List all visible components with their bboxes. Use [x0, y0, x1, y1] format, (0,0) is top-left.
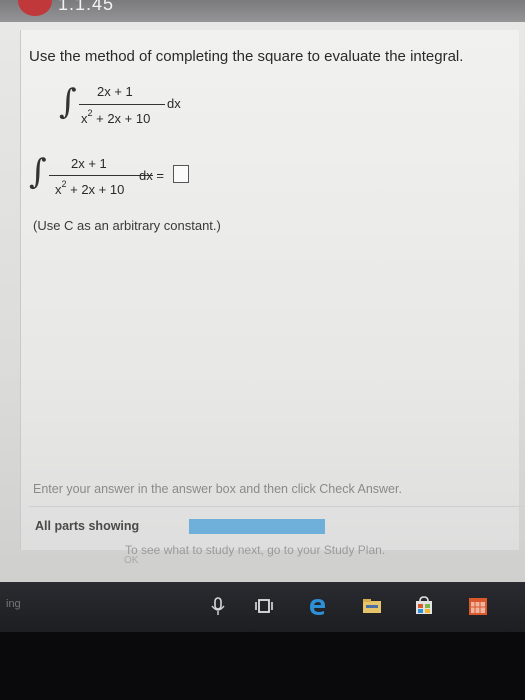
header-title: 1.1.45	[58, 0, 115, 14]
ok-button-partial[interactable]: OK	[124, 555, 138, 566]
problem-instruction: Use the method of completing the square …	[29, 48, 464, 65]
header-badge	[18, 0, 52, 16]
answer-dx-equals: dx =	[139, 168, 164, 183]
answer-hint: Enter your answer in the answer box and …	[33, 482, 402, 496]
windows-taskbar: ing	[0, 582, 525, 632]
integral-sign: ∫	[59, 82, 77, 122]
taskbar-label: ing	[6, 598, 21, 610]
integral-numerator: 2x + 1	[97, 84, 133, 99]
integral-dx: dx	[167, 96, 181, 111]
progress-bar	[189, 519, 325, 534]
answer-denominator: x2 + 2x + 10	[55, 179, 125, 197]
monitor-bezel	[0, 632, 525, 700]
photo-frame: 1.1.45 Use the method of completing the …	[0, 0, 525, 700]
store-icon[interactable]	[412, 594, 436, 618]
calendar-app-icon[interactable]	[466, 594, 490, 618]
progress-fill	[189, 519, 325, 534]
edge-browser-icon[interactable]	[306, 594, 330, 618]
file-explorer-icon[interactable]	[360, 594, 384, 618]
fraction-bar	[79, 104, 165, 105]
all-parts-showing[interactable]: All parts showing	[35, 519, 139, 533]
microphone-icon[interactable]	[206, 594, 230, 618]
constant-note: (Use C as an arbitrary constant.)	[33, 218, 221, 233]
question-panel: Use the method of completing the square …	[20, 30, 525, 557]
fraction-bar	[49, 175, 153, 176]
screen: Use the method of completing the square …	[0, 22, 525, 582]
answer-input-box[interactable]	[173, 165, 189, 183]
footer-bar: All parts showing To see what to study n…	[29, 506, 525, 563]
integral-sign: ∫	[29, 152, 47, 192]
task-view-icon[interactable]	[252, 594, 276, 618]
integral-denominator: x2 + 2x + 10	[81, 108, 151, 126]
study-plan-link[interactable]: To see what to study next, go to your St…	[125, 543, 385, 557]
answer-numerator: 2x + 1	[71, 156, 107, 171]
